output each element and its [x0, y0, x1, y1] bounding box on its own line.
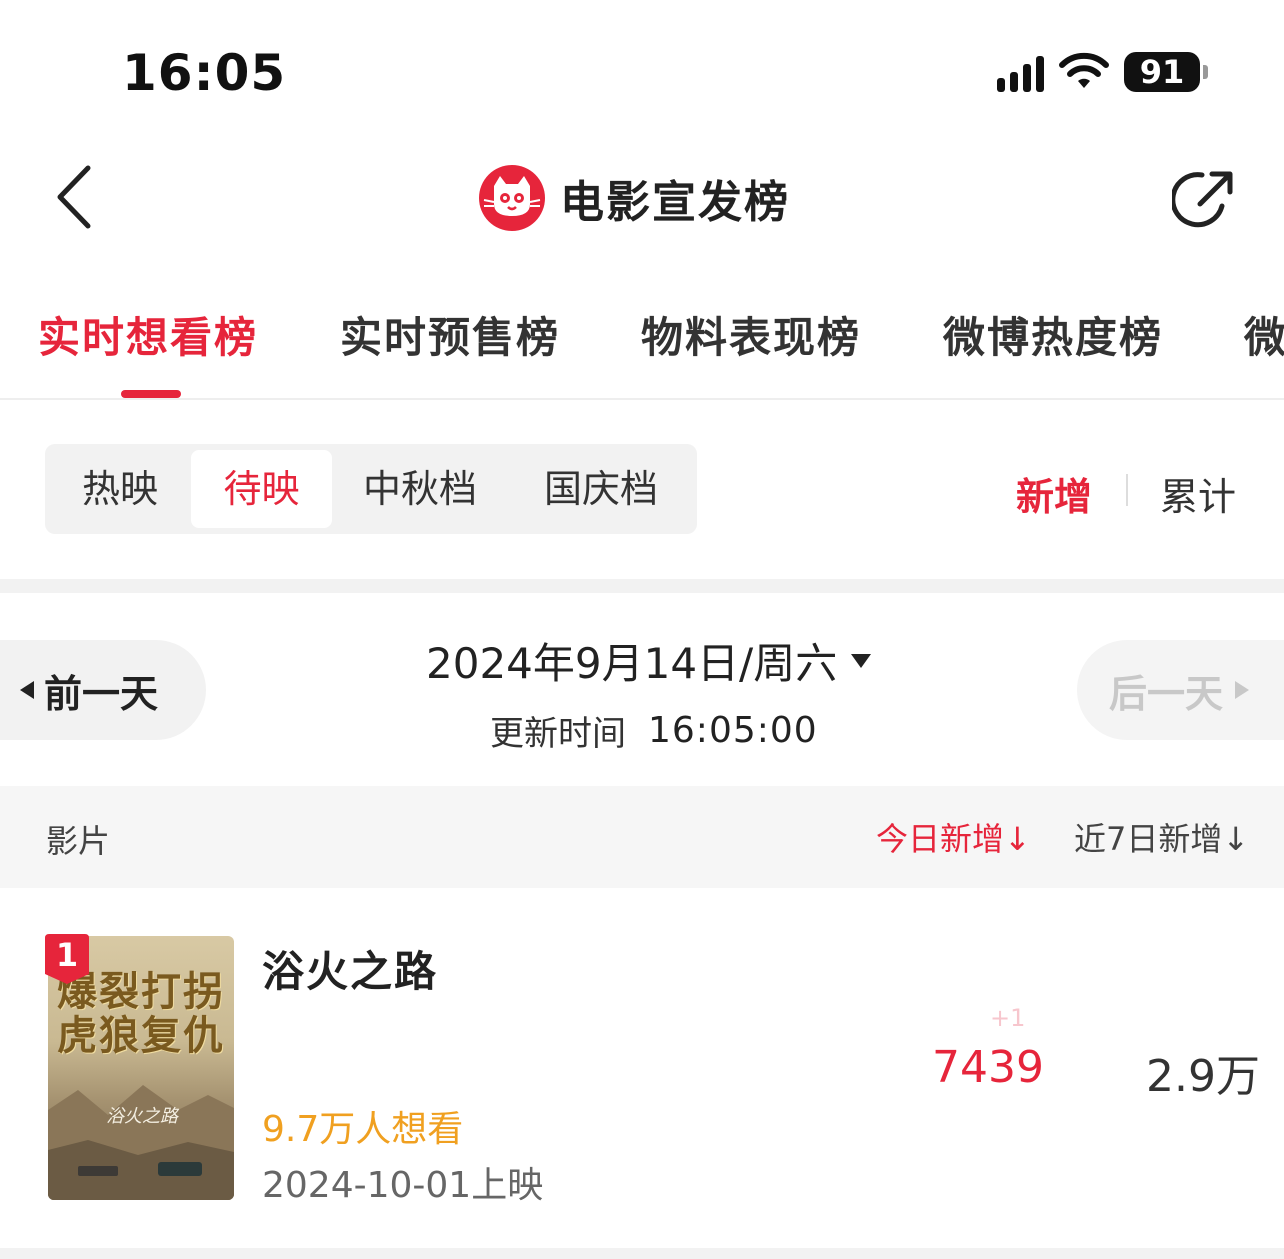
caret-down-icon [851, 653, 872, 668]
section-divider [0, 579, 1284, 593]
battery-icon: 91 [1124, 52, 1208, 92]
poster-tagline-2: 虎狼复仇 [57, 1012, 225, 1059]
subtab-upcoming[interactable]: 待映 [191, 450, 332, 528]
poster-landscape-art: 浴火之路 [48, 1085, 234, 1200]
movie-row[interactable]: 爆裂打拐 虎狼复仇 浴火之路 1 浴火之路 9.7万人想看 2024-10-01… [0, 888, 1284, 1248]
subtab-mid-autumn[interactable]: 中秋档 [345, 450, 495, 528]
toggle-new[interactable]: 新增 [1016, 466, 1092, 521]
page-title: 电影宣发榜 [560, 177, 790, 228]
prev-day-label: 前一天 [44, 671, 159, 716]
maoyan-cat-logo-icon [479, 165, 545, 231]
row-divider [0, 1248, 1284, 1259]
next-day-label: 后一天 [1109, 671, 1224, 716]
back-button[interactable] [48, 162, 108, 232]
current-date: 2024年9月14日/周六 [426, 639, 838, 688]
tab-realtime-presale[interactable]: 实时预售榜 [340, 304, 560, 365]
toggle-total[interactable]: 累计 [1160, 466, 1236, 521]
want-to-watch-count: 9.7万人想看 [262, 1109, 464, 1150]
ranking-tabs: 实时想看榜 实时预售榜 物料表现榜 微博热度榜 微 [0, 290, 1284, 400]
header-title-group: 电影宣发榜 [478, 164, 790, 232]
prev-day-button[interactable]: 前一天 [0, 640, 206, 740]
tab-weibo-partial[interactable]: 微 [1244, 304, 1284, 365]
column-7day-new-sort[interactable]: 近7日新增↓ [1074, 814, 1249, 860]
share-arrow-icon [1170, 171, 1233, 228]
app-header: 电影宣发榜 [0, 140, 1284, 260]
status-icons: 91 [997, 52, 1208, 92]
date-picker[interactable]: 2024年9月14日/周六 [426, 630, 872, 691]
tab-material-performance[interactable]: 物料表现榜 [641, 304, 861, 365]
active-tab-indicator [121, 390, 181, 398]
today-new-value: 7439 [932, 1042, 1044, 1093]
cellular-signal-icon [997, 52, 1044, 92]
triangle-left-icon [20, 681, 34, 699]
tab-realtime-want[interactable]: 实时想看榜 [38, 304, 258, 365]
battery-level: 91 [1139, 53, 1185, 91]
svg-text:浴火之路: 浴火之路 [106, 1106, 180, 1127]
status-bar: 16:05 91 [0, 0, 1284, 140]
week-new-value: 2.9万 [1146, 1051, 1260, 1102]
subtab-national-day[interactable]: 国庆档 [521, 450, 681, 528]
column-today-new-sort[interactable]: 今日新增↓ [876, 814, 1031, 860]
chevron-left-icon [57, 165, 91, 229]
rank-change: +1 [990, 1004, 1026, 1032]
share-button[interactable] [1170, 166, 1238, 232]
next-day-button[interactable]: 后一天 [1077, 640, 1284, 740]
schedule-filter-tabs: 热映 待映 中秋档 国庆档 [45, 444, 697, 534]
column-film: 影片 [46, 822, 111, 860]
update-time-value: 16:05:00 [648, 710, 818, 751]
release-date: 2024-10-01上映 [262, 1165, 544, 1206]
subtab-now-showing[interactable]: 热映 [61, 450, 179, 528]
update-time-line: 更新时间 16:05:00 [490, 706, 818, 755]
rank-number: 1 [55, 936, 79, 974]
triangle-right-icon [1235, 681, 1250, 699]
update-time-label: 更新时间 [490, 714, 626, 754]
toggle-divider [1126, 474, 1128, 506]
tab-weibo-heat[interactable]: 微博热度榜 [943, 304, 1163, 365]
table-header: 影片 今日新增↓ 近7日新增↓ [0, 786, 1284, 888]
wifi-icon [1059, 52, 1109, 88]
status-time: 16:05 [122, 44, 287, 102]
movie-title[interactable]: 浴火之路 [262, 938, 438, 999]
